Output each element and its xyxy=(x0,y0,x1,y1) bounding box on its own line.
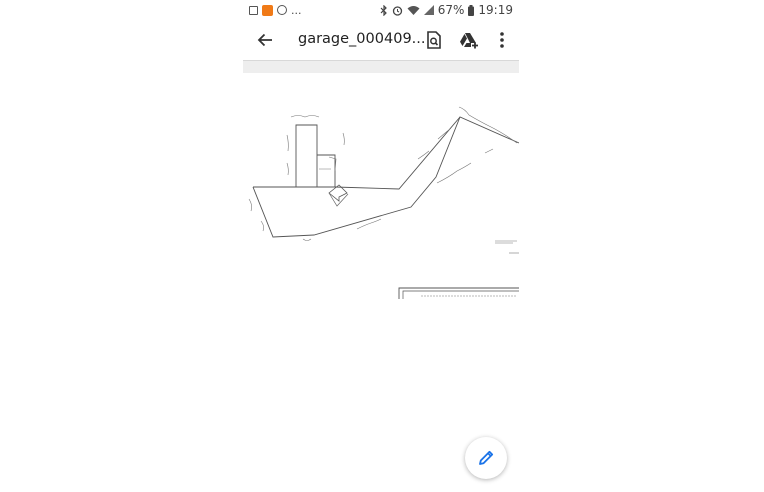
status-right: 67% 19:19 xyxy=(380,3,513,17)
find-in-document-button[interactable] xyxy=(423,29,445,51)
clock: 19:19 xyxy=(478,3,513,17)
battery-icon xyxy=(468,4,475,16)
drive-add-icon xyxy=(460,32,478,48)
status-bar: ... 67% 19:19 xyxy=(243,0,519,20)
site-plan-sketch xyxy=(248,106,519,299)
image-icon xyxy=(249,5,258,15)
back-button[interactable] xyxy=(255,30,275,50)
more-options-button[interactable] xyxy=(491,29,513,51)
document-preview xyxy=(243,73,519,303)
edit-pencil-icon xyxy=(479,450,494,465)
edit-fab-button[interactable] xyxy=(465,437,507,479)
back-arrow-icon xyxy=(257,33,272,47)
alarm-icon xyxy=(392,5,402,16)
toolbar-divider xyxy=(243,60,519,73)
bluetooth-icon xyxy=(380,4,387,16)
more-vert-icon xyxy=(500,32,504,48)
document-title: garage_000409... xyxy=(298,31,426,47)
add-to-drive-button[interactable] xyxy=(458,29,480,51)
phone-screen: ... 67% 19:19 garage_000409... xyxy=(243,0,519,492)
wifi-icon xyxy=(407,6,420,15)
app-icon xyxy=(262,4,273,16)
status-more: ... xyxy=(291,3,302,17)
app-toolbar: garage_000409... xyxy=(243,20,519,60)
signal-icon xyxy=(423,5,434,15)
phone-icon xyxy=(277,5,287,15)
search-document-icon xyxy=(427,31,441,49)
battery-percent: 67% xyxy=(437,3,465,17)
status-left: ... xyxy=(249,4,302,17)
